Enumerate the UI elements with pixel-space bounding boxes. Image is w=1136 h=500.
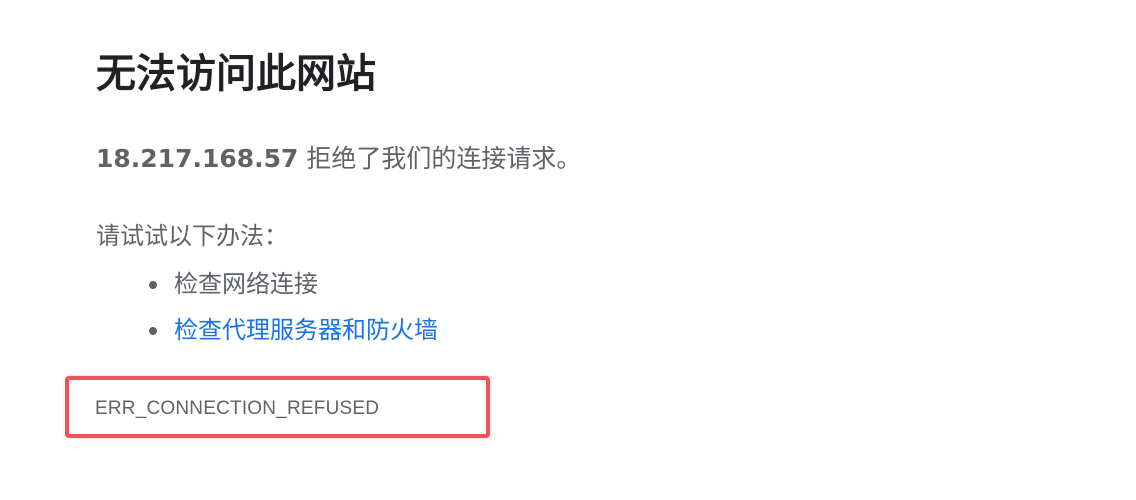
error-page: 无法访问此网站: [96, 46, 1076, 102]
suggestion-check-network: 检查网络连接: [174, 270, 318, 298]
check-proxy-firewall-link[interactable]: 检查代理服务器和防火墙: [174, 316, 438, 344]
list-item: 检查网络连接: [96, 264, 438, 310]
page-title: 无法访问此网站: [96, 51, 376, 97]
host-address: 18.217.168.57: [96, 144, 299, 173]
suggestions-heading: 请试试以下办法：: [96, 222, 288, 250]
list-item: 检查代理服务器和防火墙: [96, 310, 438, 356]
suggestions-list: 检查网络连接 检查代理服务器和防火墙: [96, 264, 438, 356]
bullet-icon: [149, 327, 157, 335]
refused-text: 拒绝了我们的连接请求。: [298, 144, 582, 173]
error-code: ERR_CONNECTION_REFUSED: [95, 398, 380, 419]
bullet-icon: [149, 281, 157, 289]
connection-refused-message: 18.217.168.57 拒绝了我们的连接请求。: [96, 141, 581, 177]
